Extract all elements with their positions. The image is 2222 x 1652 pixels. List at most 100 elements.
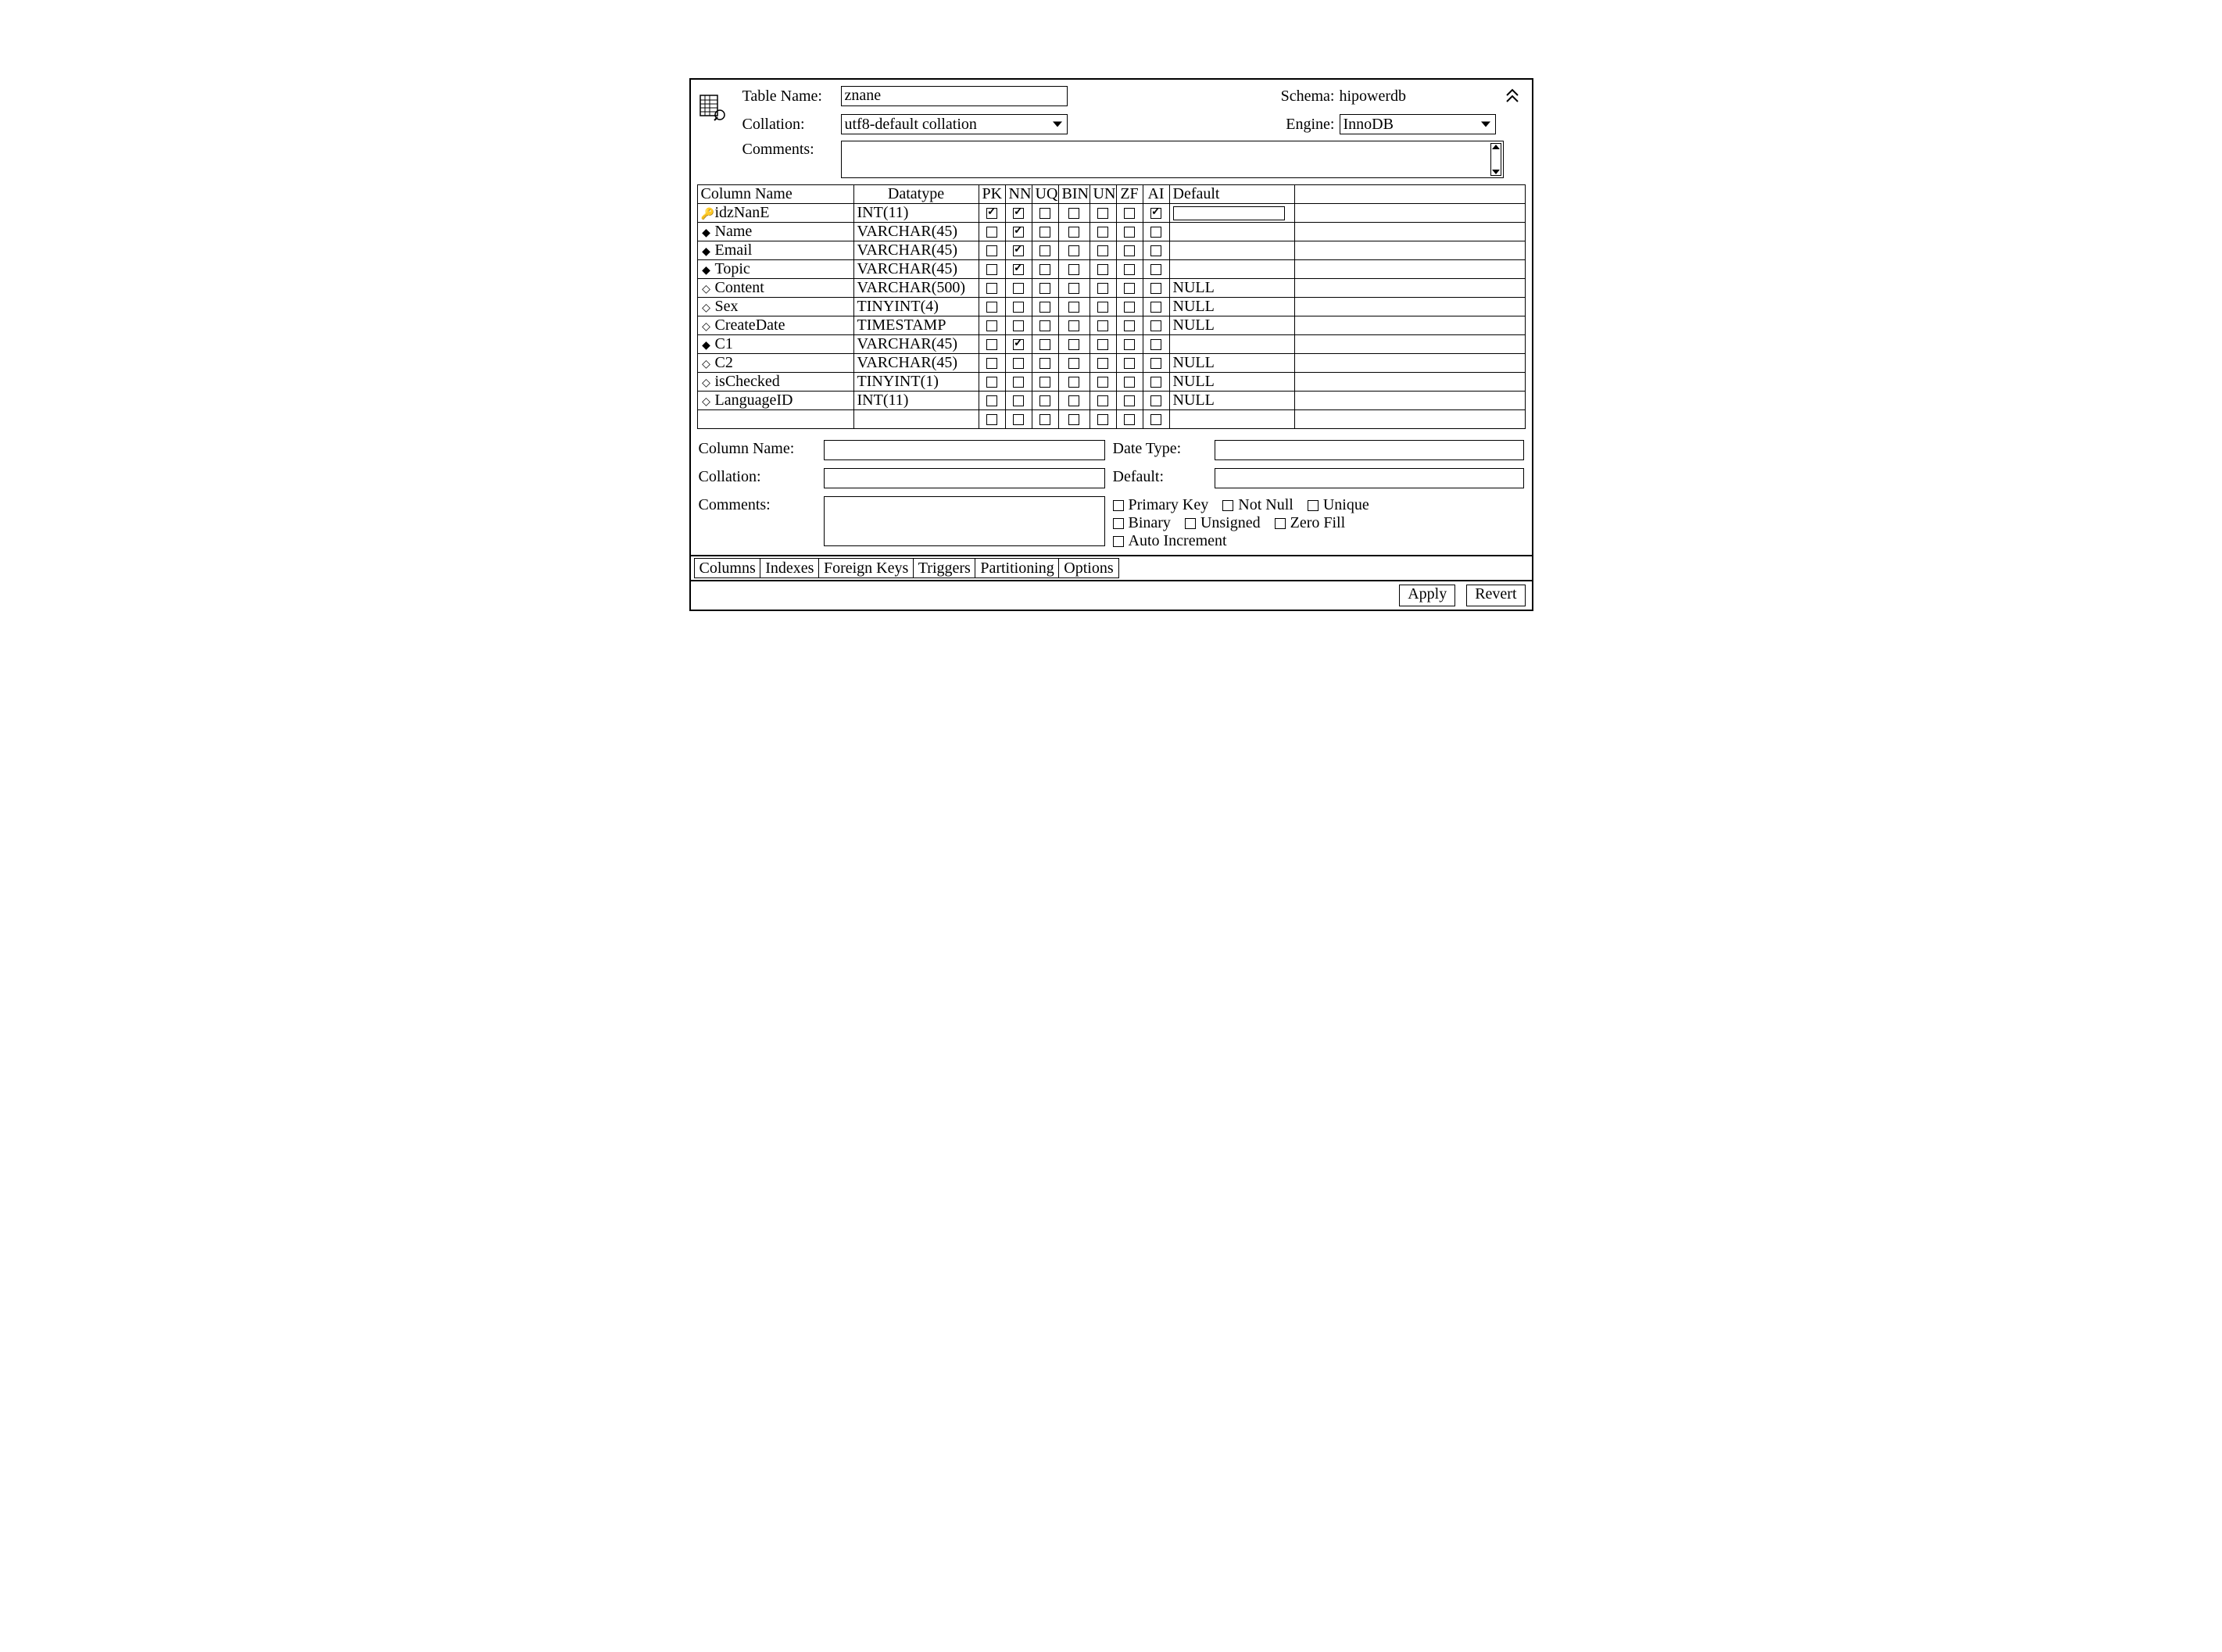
grid-checkbox[interactable] xyxy=(1039,283,1050,294)
grid-checkbox[interactable] xyxy=(1068,208,1079,219)
grid-checkbox[interactable] xyxy=(1150,264,1161,275)
grid-checkbox[interactable] xyxy=(1039,377,1050,388)
table-row[interactable] xyxy=(697,410,1525,429)
grid-checkbox[interactable] xyxy=(1124,245,1135,256)
table-row[interactable]: ◆TopicVARCHAR(45) xyxy=(697,260,1525,279)
grid-checkbox[interactable] xyxy=(1097,302,1108,313)
grid-checkbox[interactable] xyxy=(1150,208,1161,219)
grid-checkbox[interactable] xyxy=(1150,245,1161,256)
grid-checkbox[interactable] xyxy=(1097,414,1108,425)
table-row[interactable]: ◇ContentVARCHAR(500)NULL xyxy=(697,279,1525,298)
tab-columns[interactable]: Columns xyxy=(694,558,761,578)
grid-checkbox[interactable] xyxy=(986,264,997,275)
tab-partitioning[interactable]: Partitioning xyxy=(975,558,1059,578)
grid-checkbox[interactable] xyxy=(1097,395,1108,406)
grid-checkbox[interactable] xyxy=(1097,245,1108,256)
grid-checkbox[interactable] xyxy=(1039,339,1050,350)
table-row[interactable]: ◇SexTINYINT(4)NULL xyxy=(697,298,1525,316)
table-row[interactable]: ◇C2VARCHAR(45)NULL xyxy=(697,354,1525,373)
grid-checkbox[interactable] xyxy=(1013,414,1024,425)
revert-button[interactable]: Revert xyxy=(1466,585,1525,606)
grid-checkbox[interactable] xyxy=(1013,245,1024,256)
grid-checkbox[interactable] xyxy=(1013,227,1024,238)
flag-pk-checkbox[interactable] xyxy=(1113,500,1124,511)
grid-checkbox[interactable] xyxy=(1097,283,1108,294)
grid-checkbox[interactable] xyxy=(1124,227,1135,238)
grid-checkbox[interactable] xyxy=(1150,339,1161,350)
tab-triggers[interactable]: Triggers xyxy=(913,558,976,578)
grid-checkbox[interactable] xyxy=(1039,245,1050,256)
grid-checkbox[interactable] xyxy=(1150,377,1161,388)
table-row[interactable]: ◆NameVARCHAR(45) xyxy=(697,223,1525,241)
apply-button[interactable]: Apply xyxy=(1399,585,1455,606)
grid-checkbox[interactable] xyxy=(1013,302,1024,313)
grid-checkbox[interactable] xyxy=(1039,227,1050,238)
grid-checkbox[interactable] xyxy=(986,208,997,219)
grid-checkbox[interactable] xyxy=(1097,358,1108,369)
flag-uq-checkbox[interactable] xyxy=(1308,500,1319,511)
grid-checkbox[interactable] xyxy=(1068,414,1079,425)
tab-options[interactable]: Options xyxy=(1058,558,1118,578)
grid-checkbox[interactable] xyxy=(1150,358,1161,369)
grid-checkbox[interactable] xyxy=(1013,320,1024,331)
grid-checkbox[interactable] xyxy=(1124,339,1135,350)
table-comments-input[interactable] xyxy=(841,141,1504,178)
grid-checkbox[interactable] xyxy=(986,395,997,406)
grid-checkbox[interactable] xyxy=(1068,245,1079,256)
grid-checkbox[interactable] xyxy=(1097,377,1108,388)
collation-select[interactable]: utf8-default collation xyxy=(841,114,1068,134)
grid-checkbox[interactable] xyxy=(1124,302,1135,313)
collapse-icon[interactable] xyxy=(1501,88,1524,104)
grid-checkbox[interactable] xyxy=(986,339,997,350)
grid-checkbox[interactable] xyxy=(1097,320,1108,331)
grid-checkbox[interactable] xyxy=(1124,377,1135,388)
grid-checkbox[interactable] xyxy=(1013,264,1024,275)
grid-checkbox[interactable] xyxy=(1150,395,1161,406)
grid-checkbox[interactable] xyxy=(1039,414,1050,425)
flag-un-checkbox[interactable] xyxy=(1185,518,1196,529)
table-row[interactable]: ◇isCheckedTINYINT(1)NULL xyxy=(697,373,1525,392)
grid-checkbox[interactable] xyxy=(1013,395,1024,406)
grid-checkbox[interactable] xyxy=(1013,208,1024,219)
tab-foreign-keys[interactable]: Foreign Keys xyxy=(818,558,914,578)
grid-checkbox[interactable] xyxy=(1150,283,1161,294)
table-row[interactable]: ◆EmailVARCHAR(45) xyxy=(697,241,1525,260)
table-row[interactable]: ◇LanguageIDINT(11)NULL xyxy=(697,392,1525,410)
default-value-input[interactable] xyxy=(1173,206,1285,220)
grid-checkbox[interactable] xyxy=(1039,395,1050,406)
grid-checkbox[interactable] xyxy=(1150,320,1161,331)
grid-checkbox[interactable] xyxy=(1068,395,1079,406)
grid-checkbox[interactable] xyxy=(986,227,997,238)
grid-checkbox[interactable] xyxy=(1039,208,1050,219)
grid-checkbox[interactable] xyxy=(1124,358,1135,369)
grid-checkbox[interactable] xyxy=(1150,414,1161,425)
grid-checkbox[interactable] xyxy=(986,302,997,313)
grid-checkbox[interactable] xyxy=(1068,283,1079,294)
grid-checkbox[interactable] xyxy=(986,320,997,331)
detail-collation-input[interactable] xyxy=(824,468,1105,488)
grid-checkbox[interactable] xyxy=(1013,358,1024,369)
table-row[interactable]: ◆C1VARCHAR(45) xyxy=(697,335,1525,354)
grid-checkbox[interactable] xyxy=(986,245,997,256)
grid-checkbox[interactable] xyxy=(986,414,997,425)
grid-checkbox[interactable] xyxy=(1013,283,1024,294)
grid-checkbox[interactable] xyxy=(1097,264,1108,275)
table-row[interactable]: 🔑idzNanEINT(11) xyxy=(697,204,1525,223)
grid-checkbox[interactable] xyxy=(1039,320,1050,331)
grid-checkbox[interactable] xyxy=(1068,339,1079,350)
grid-checkbox[interactable] xyxy=(1068,358,1079,369)
tab-indexes[interactable]: Indexes xyxy=(760,558,819,578)
flag-bin-checkbox[interactable] xyxy=(1113,518,1124,529)
comments-spinner[interactable] xyxy=(1490,143,1501,176)
flag-zf-checkbox[interactable] xyxy=(1275,518,1286,529)
grid-checkbox[interactable] xyxy=(1124,264,1135,275)
table-row[interactable]: ◇CreateDateTIMESTAMPNULL xyxy=(697,316,1525,335)
grid-checkbox[interactable] xyxy=(1150,302,1161,313)
grid-checkbox[interactable] xyxy=(1097,208,1108,219)
grid-checkbox[interactable] xyxy=(986,358,997,369)
detail-comments-input[interactable] xyxy=(824,496,1105,546)
grid-checkbox[interactable] xyxy=(1097,339,1108,350)
grid-checkbox[interactable] xyxy=(1039,302,1050,313)
detail-datatype-input[interactable] xyxy=(1215,440,1524,460)
engine-select[interactable]: InnoDB xyxy=(1340,114,1496,134)
